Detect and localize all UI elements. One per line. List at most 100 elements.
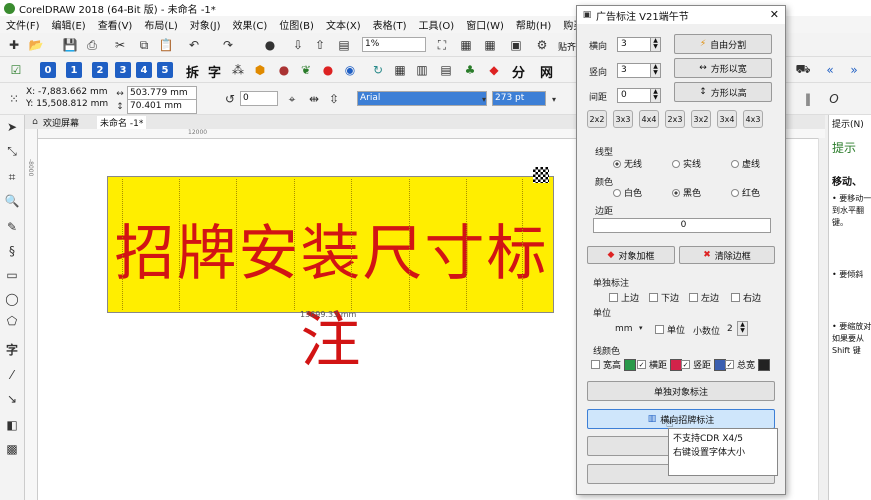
zoom-tool-icon[interactable]: 🔍 xyxy=(4,193,20,209)
decimals-input[interactable]: 2 xyxy=(727,324,733,334)
home-icon[interactable]: ⌂ xyxy=(27,114,43,130)
sign-rectangle[interactable]: 招牌安装尺寸标注 xyxy=(107,176,554,376)
fill-tool-icon[interactable]: ▩ xyxy=(4,441,20,457)
fullscreen-icon[interactable]: ⛶ xyxy=(434,37,450,53)
wh-color-swatch[interactable] xyxy=(624,358,637,371)
top-side-checkbox[interactable]: 上边 xyxy=(609,291,639,304)
decimals-spin-icon[interactable]: ▲ ▼ xyxy=(737,321,748,336)
unit-dropdown-icon[interactable]: ▾ xyxy=(639,324,643,332)
print-icon[interactable]: ⎙ xyxy=(84,37,100,53)
font-select[interactable]: Arial xyxy=(357,91,487,106)
add-frame-button[interactable]: ◆ 对象加框 xyxy=(587,246,675,264)
size-dropdown-icon[interactable]: ▾ xyxy=(546,91,562,107)
grid-icon[interactable]: ▦ xyxy=(482,37,498,53)
y-position[interactable]: Y: 15,508.812 mm xyxy=(26,99,108,109)
single-object-annotate-button[interactable]: 单独对象标注 xyxy=(587,381,775,401)
text-tool-icon[interactable]: 字 xyxy=(4,341,20,357)
font-dropdown-icon[interactable]: ▾ xyxy=(476,91,492,107)
split-char-button[interactable]: 拆 xyxy=(186,62,199,81)
net-button[interactable]: 网 xyxy=(540,62,553,81)
font-size-select[interactable]: 273 pt xyxy=(492,91,546,106)
menu-item[interactable]: 对象(J) xyxy=(184,17,227,32)
menu-item[interactable]: 表格(T) xyxy=(367,17,413,32)
line-type-none-radio[interactable]: 无线 xyxy=(613,157,642,170)
artistic-tool-icon[interactable]: § xyxy=(4,243,20,259)
unit-checkbox[interactable]: 单位 xyxy=(655,323,685,336)
chart-icon[interactable]: ▤ xyxy=(438,62,454,78)
close-icon[interactable]: ✕ xyxy=(770,8,779,21)
pick-tool-icon[interactable]: ➤ xyxy=(4,119,20,135)
polygon-tool-icon[interactable]: ⬠ xyxy=(4,313,20,329)
mirror-h-icon[interactable]: ⇹ xyxy=(306,91,322,107)
grid-preset-button[interactable]: 2x2 xyxy=(587,110,607,128)
menu-item[interactable]: 布局(L) xyxy=(138,17,183,32)
hints-tab[interactable]: 提示(N) xyxy=(832,117,864,130)
shield-icon[interactable]: ⬢ xyxy=(252,62,268,78)
vgap-checkbox[interactable]: ✓ 竖距 xyxy=(681,358,727,371)
sign-text[interactable]: 招牌安装尺寸标注 xyxy=(108,205,555,379)
color-black-radio[interactable]: 黑色 xyxy=(672,186,701,199)
grid-preset-button[interactable]: 3x4 xyxy=(717,110,737,128)
square-by-height-button[interactable]: ↕ 方形以高 xyxy=(674,82,772,102)
connector-tool-icon[interactable]: ↘ xyxy=(4,391,20,407)
x-position[interactable]: X: -7,883.662 mm xyxy=(26,87,108,97)
line-type-solid-radio[interactable]: 实线 xyxy=(672,157,701,170)
grid-dots-icon[interactable]: ⁂ xyxy=(230,62,246,78)
hgap-checkbox[interactable]: ✓ 横距 xyxy=(637,358,683,371)
number-button-5[interactable]: 5 xyxy=(157,62,173,78)
left-side-checkbox[interactable]: 左边 xyxy=(689,291,719,304)
free-split-button[interactable]: ⚡ 自由分割 xyxy=(674,34,772,54)
italic-o-icon[interactable]: O xyxy=(826,91,842,107)
number-button-4[interactable]: 4 xyxy=(136,62,152,78)
barcode-icon[interactable]: ▥ xyxy=(414,62,430,78)
tab-document[interactable]: 未命名 -1* xyxy=(97,116,147,129)
grid-preset-button[interactable]: 3x3 xyxy=(613,110,633,128)
apple-icon[interactable]: ● xyxy=(276,62,292,78)
number-button-2[interactable]: 2 xyxy=(92,62,108,78)
car-icon[interactable]: ⛟ xyxy=(795,62,811,78)
number-button-3[interactable]: 3 xyxy=(115,62,131,78)
undo-icon[interactable]: ↶ xyxy=(186,37,202,53)
guides-icon[interactable]: ▣ xyxy=(508,37,524,53)
total-color-swatch[interactable] xyxy=(758,358,771,371)
clear-frame-button[interactable]: ✖ 清除边框 xyxy=(679,246,775,264)
menu-item[interactable]: 工具(O) xyxy=(413,17,461,32)
shape-tool-icon[interactable]: ⤡ xyxy=(4,143,20,159)
menu-item[interactable]: 效果(C) xyxy=(226,17,273,32)
freehand-tool-icon[interactable]: ✎ xyxy=(4,219,20,235)
redo-icon[interactable]: ↷ xyxy=(220,37,236,53)
leaf-icon[interactable]: ❦ xyxy=(298,62,314,78)
pdf-icon[interactable]: ▤ xyxy=(336,37,352,53)
grid-preset-button[interactable]: 3x2 xyxy=(691,110,711,128)
circle-arrow-icon[interactable]: ↻ xyxy=(370,62,386,78)
line-tool-icon[interactable]: ⁄ xyxy=(4,367,20,383)
divide-button[interactable]: 分 xyxy=(512,62,525,81)
margin-input[interactable]: 0 xyxy=(593,218,771,233)
zoom-select[interactable]: 1% xyxy=(362,37,426,52)
menu-item[interactable]: 帮助(H) xyxy=(510,17,557,32)
tree-icon[interactable]: ♣ xyxy=(462,62,478,78)
bottom-side-checkbox[interactable]: 下边 xyxy=(649,291,679,304)
line-type-dash-radio[interactable]: 虚线 xyxy=(731,157,760,170)
rectangle-tool-icon[interactable]: ▭ xyxy=(4,267,20,283)
import-icon[interactable]: ⇩ xyxy=(290,37,306,53)
forward-icon[interactable]: » xyxy=(846,62,862,78)
snap-label[interactable]: 贴齐 xyxy=(558,40,576,53)
selection-handle-icon[interactable] xyxy=(533,167,549,183)
paste-icon[interactable]: 📋 xyxy=(158,37,174,53)
options-icon[interactable]: ⚙ xyxy=(534,37,550,53)
search-content-icon[interactable]: ● xyxy=(262,37,278,53)
vertical-spin-icon[interactable]: ▲ ▼ xyxy=(650,63,661,78)
vertical-scrollbar[interactable] xyxy=(818,138,827,500)
crop-tool-icon[interactable]: ⌗ xyxy=(4,169,20,185)
unit-select[interactable]: mm xyxy=(615,324,633,334)
total-checkbox[interactable]: ✓ 总宽 xyxy=(725,358,771,371)
angle-field[interactable]: 0 xyxy=(240,91,278,106)
shadow-tool-icon[interactable]: ◧ xyxy=(4,417,20,433)
copy-icon[interactable]: ⧉ xyxy=(136,37,152,53)
save-icon[interactable]: 💾 xyxy=(62,37,78,53)
menu-item[interactable]: 文本(X) xyxy=(320,17,367,32)
menu-item[interactable]: 查看(V) xyxy=(92,17,139,32)
wh-checkbox[interactable]: 宽高 xyxy=(591,358,637,371)
menu-item[interactable]: 位图(B) xyxy=(273,17,320,32)
